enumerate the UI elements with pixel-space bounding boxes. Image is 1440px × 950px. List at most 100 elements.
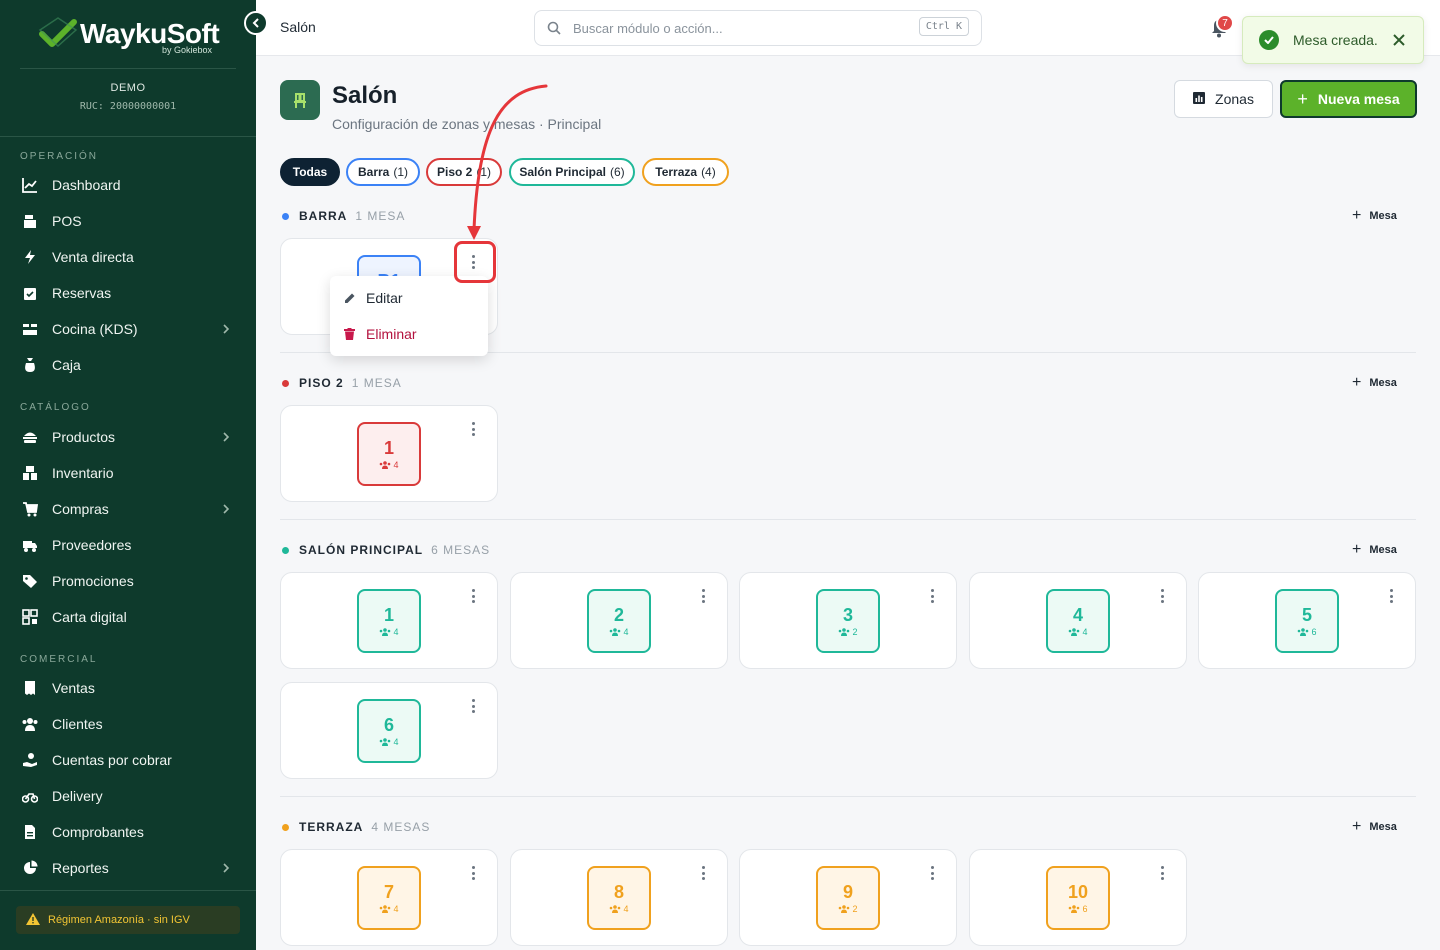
cart-icon [22,501,38,517]
search-box[interactable]: Ctrl K [534,10,982,46]
new-table-button[interactable]: + Nueva mesa [1280,80,1417,118]
sidebar-item-label: Reservas [52,285,112,301]
table-tile[interactable]: 14 [357,422,421,486]
table-tile[interactable]: 84 [587,866,651,930]
zone-color-dot [282,212,289,220]
menu-edit[interactable]: Editar [330,280,488,316]
regimen-text: Régimen Amazonía · sin IGV [48,914,190,926]
pie-chart-icon [22,860,38,876]
sidebar-item-delivery[interactable]: Delivery [0,779,256,813]
close-icon[interactable] [1391,32,1407,48]
search-input[interactable] [573,20,893,36]
more-vertical-icon[interactable] [469,588,477,604]
page-title: Salón [332,82,398,109]
table-capacity: 2 [838,627,858,637]
more-vertical-icon[interactable] [699,865,707,881]
sidebar-item-pos[interactable]: POS [0,204,256,238]
add-table-button[interactable]: + Mesa [1352,818,1397,836]
sidebar-item-reservas[interactable]: Reservas [0,276,256,310]
more-vertical-icon[interactable] [469,865,477,881]
sidebar-item-proveedores[interactable]: Proveedores [0,528,256,562]
filter-chip-label: Piso 2 [436,165,473,179]
table-capacity-value: 4 [393,737,399,747]
filter-chip-todas[interactable]: Todas [280,158,340,186]
table-tile[interactable]: 24 [587,589,651,653]
sidebar-item-clientes[interactable]: Clientes [0,707,256,741]
sidebar-item-cuentas-por-cobrar[interactable]: Cuentas por cobrar [0,743,256,777]
more-vertical-icon[interactable] [469,698,477,714]
sidebar-item-ventas[interactable]: Ventas [0,671,256,705]
table-capacity-value: 4 [1082,627,1088,637]
bar-chart-icon [1193,91,1206,107]
add-table-button[interactable]: + Mesa [1352,541,1397,559]
sidebar: WaykuSoft by Gokiebox DEMO RUC: 20000000… [0,0,256,950]
zonas-button[interactable]: Zonas [1174,80,1273,118]
more-vertical-icon[interactable] [469,421,477,437]
more-vertical-icon[interactable] [1387,588,1395,604]
table-card: 56 [1198,572,1416,669]
table-tile[interactable]: 92 [816,866,880,930]
table-tile[interactable]: 14 [357,589,421,653]
table-tile[interactable]: 10 6 [1046,866,1110,930]
sidebar-item-comprobantes[interactable]: Comprobantes [0,815,256,849]
zone-name: SALÓN PRINCIPAL [299,543,424,557]
sidebar-item-cocina-kds[interactable]: Cocina (KDS) [0,312,256,346]
filter-chip-piso-2[interactable]: Piso 2 (1) [426,158,502,186]
sidebar-section-title: COMERCIAL [20,654,98,665]
zone-header: PISO 2 1 MESA [282,376,402,390]
table-number: 10 [1067,882,1089,902]
more-vertical-icon[interactable] [928,588,936,604]
sidebar-item-compras[interactable]: Compras [0,492,256,526]
chevron-right-icon [222,322,234,336]
filter-chip-terraza[interactable]: Terraza (4) [642,158,729,186]
table-tile[interactable]: 64 [357,699,421,763]
sidebar-item-reportes[interactable]: Reportes [0,851,256,885]
more-vertical-icon[interactable] [699,588,707,604]
table-capacity: 4 [1068,627,1088,637]
new-table-label: Nueva mesa [1317,91,1400,107]
zone-color-dot [282,379,289,387]
sidebar-item-venta-directa[interactable]: Venta directa [0,240,256,274]
qr-icon [22,609,38,625]
people-icon [380,905,391,913]
sidebar-item-label: POS [52,213,82,229]
people-icon [1069,628,1080,636]
zone-color-dot [282,546,289,554]
add-table-button[interactable]: + Mesa [1352,374,1397,392]
table-tile[interactable]: 74 [357,866,421,930]
sidebar-item-carta-digital[interactable]: Carta digital [0,600,256,634]
more-vertical-icon[interactable] [1158,588,1166,604]
table-card: 24 [510,572,728,669]
divider [0,890,256,891]
sidebar-item-productos[interactable]: Productos [0,420,256,454]
sidebar-item-caja[interactable]: Caja [0,348,256,382]
filter-chip-barra[interactable]: Barra (1) [346,158,420,186]
filter-chip-sal-n-principal[interactable]: Salón Principal (6) [509,158,635,186]
sidebar-collapse-button[interactable] [244,11,268,35]
zone-count: 1 MESA [355,209,406,223]
more-vertical-icon[interactable] [1158,865,1166,881]
calendar-check-icon [22,285,38,301]
kitchen-icon [22,321,38,337]
sidebar-item-promociones[interactable]: Promociones [0,564,256,598]
table-card: 14 [280,572,498,669]
menu-edit-label: Editar [366,290,403,306]
sidebar-item-inventario[interactable]: Inventario [0,456,256,490]
page-subtitle: Configuración de zonas y mesas · Princip… [332,116,602,132]
table-tile[interactable]: 56 [1275,589,1339,653]
table-capacity: 4 [379,460,399,470]
add-table-button[interactable]: + Mesa [1352,207,1397,225]
table-tile[interactable]: 32 [816,589,880,653]
shortcut-hint: Ctrl K [918,17,969,36]
more-vertical-icon[interactable] [928,865,936,881]
table-capacity-value: 4 [393,627,399,637]
zone-name: PISO 2 [299,376,344,390]
table-tile[interactable]: 44 [1046,589,1110,653]
chair-icon [280,80,320,120]
sidebar-item-dashboard[interactable]: Dashboard [0,168,256,202]
logo-check-icon [38,17,78,48]
sidebar-item-label: Cocina (KDS) [52,321,138,337]
table-number: 1 [383,438,394,458]
menu-delete[interactable]: Eliminar [330,316,488,352]
people-icon [610,628,621,636]
